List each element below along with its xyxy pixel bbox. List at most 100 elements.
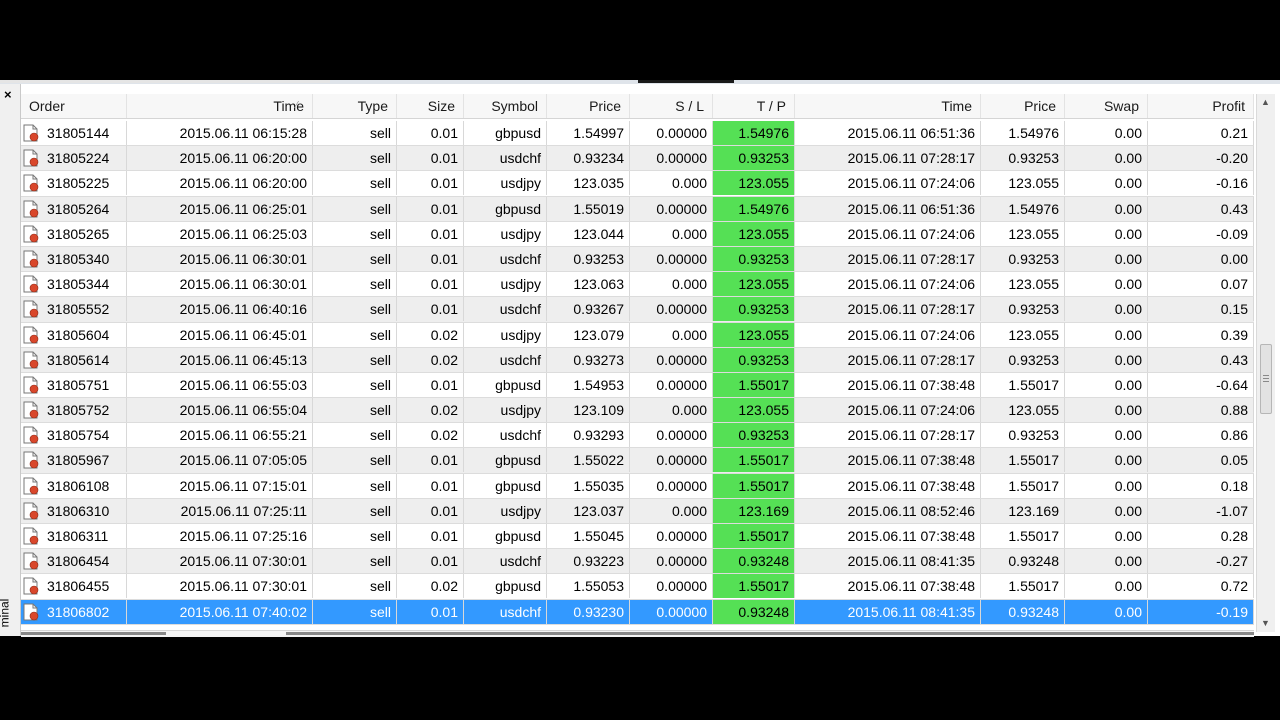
col-open-time-cell: 2015.06.11 06:55:03 (127, 372, 313, 397)
col-close-price-cell: 1.54976 (981, 121, 1065, 145)
table-row[interactable]: 31806311 2015.06.11 07:25:16 sell 0.01 gbpus… (21, 524, 1254, 550)
col-sl-cell: 0.00000 (630, 599, 713, 624)
col-profit-cell: -0.09 (1148, 221, 1254, 246)
col-symbol-cell: usdjpy (464, 498, 547, 523)
col-open-time-cell: 2015.06.11 06:15:28 (127, 121, 313, 145)
col-symbol-cell: usdjpy (464, 398, 547, 423)
col-tp-cell: 1.55017 (713, 524, 795, 548)
scroll-up-icon[interactable]: ▲ (1261, 98, 1270, 107)
col-type-cell: sell (313, 297, 397, 322)
col-type-cell: sell (313, 423, 397, 448)
col-sl-cell: 0.00000 (630, 473, 713, 498)
table-row[interactable]: 31806802 2015.06.11 07:40:02 sell 0.01 usdch… (21, 599, 1254, 625)
col-size-cell: 0.01 (397, 372, 464, 397)
scrollbar-thumb[interactable] (1260, 344, 1272, 414)
col-tp-cell: 1.55017 (713, 473, 795, 498)
col-close-time-cell: 2015.06.11 07:28:17 (795, 423, 981, 448)
table-row[interactable]: 31806108 2015.06.11 07:15:01 sell 0.01 gbpus… (21, 473, 1254, 499)
header-col-tp[interactable]: T / P (713, 94, 795, 118)
col-type-cell: sell (313, 372, 397, 397)
table-row[interactable]: 31805340 2015.06.11 06:30:01 sell 0.01 usdch… (21, 246, 1254, 273)
table-row[interactable]: 31805754 2015.06.11 06:55:21 sell 0.02 usdch… (21, 423, 1254, 449)
hscroll-thumb[interactable] (286, 632, 1254, 635)
col-tp-cell: 0.93253 (713, 246, 795, 271)
col-order-cell: 31806454 (21, 549, 127, 574)
col-type-cell: sell (313, 322, 397, 347)
col-price-cell: 1.55035 (547, 473, 630, 498)
col-close-time-cell: 2015.06.11 08:41:35 (795, 599, 981, 624)
close-icon[interactable]: × (4, 88, 12, 101)
col-symbol-cell: usdchf (464, 246, 547, 271)
col-price-cell: 123.044 (547, 221, 630, 246)
col-sl-cell: 0.00000 (630, 448, 713, 473)
table-row[interactable]: 31805344 2015.06.11 06:30:01 sell 0.01 usdjp… (21, 272, 1254, 298)
col-profit-cell: -0.20 (1148, 146, 1254, 171)
order-number: 31806802 (47, 603, 110, 620)
table-row[interactable]: 31805604 2015.06.11 06:45:01 sell 0.02 usdjp… (21, 322, 1254, 348)
side-label: minal (0, 598, 12, 628)
col-price-cell: 0.93253 (547, 246, 630, 271)
vertical-scrollbar[interactable]: ▲ ▼ (1256, 94, 1275, 632)
header-col-close-price[interactable]: Price (981, 94, 1065, 118)
terminal-side-strip: × minal (0, 84, 21, 636)
table-row[interactable]: 31805967 2015.06.11 07:05:05 sell 0.01 gbpus… (21, 448, 1254, 474)
table-row[interactable]: 31806310 2015.06.11 07:25:11 sell 0.01 usdjp… (21, 498, 1254, 524)
order-document-icon (23, 502, 39, 520)
col-close-time-cell: 2015.06.11 07:38:48 (795, 473, 981, 498)
hscroll-segment[interactable] (21, 632, 166, 635)
order-number: 31805754 (47, 427, 110, 444)
header-col-symbol[interactable]: Symbol (464, 94, 547, 118)
col-swap-cell: 0.00 (1065, 398, 1148, 423)
col-order-cell: 31806455 (21, 574, 127, 599)
col-swap-cell: 0.00 (1065, 372, 1148, 397)
col-type-cell: sell (313, 574, 397, 599)
col-close-price-cell: 123.055 (981, 171, 1065, 196)
table-header: Order Time Type Size Symbol Price S / LT / P Ti… (21, 94, 1254, 119)
col-symbol-cell: usdchf (464, 599, 547, 624)
col-price-cell: 1.55053 (547, 574, 630, 599)
col-close-time-cell: 2015.06.11 07:38:48 (795, 524, 981, 548)
header-col-profit[interactable]: Profit (1148, 94, 1254, 118)
col-price-cell: 1.54953 (547, 372, 630, 397)
order-document-icon (23, 376, 39, 394)
header-col-order[interactable]: Order (21, 94, 127, 118)
order-number: 31806310 (47, 502, 110, 519)
order-document-icon (23, 225, 39, 243)
col-sl-cell: 0.000 (630, 322, 713, 347)
table-row[interactable]: 31805751 2015.06.11 06:55:03 sell 0.01 gbpus… (21, 372, 1254, 399)
header-col-sl[interactable]: S / L (630, 94, 713, 118)
header-col-swap[interactable]: Swap (1065, 94, 1148, 118)
col-close-time-cell: 2015.06.11 07:38:48 (795, 372, 981, 397)
col-close-price-cell: 0.93253 (981, 423, 1065, 448)
table-row[interactable]: 31806455 2015.06.11 07:30:01 sell 0.02 gbpus… (21, 574, 1254, 600)
col-price-cell: 0.93223 (547, 549, 630, 574)
col-tp-cell: 1.55017 (713, 448, 795, 473)
col-close-time-cell: 2015.06.11 07:38:48 (795, 574, 981, 599)
col-sl-cell: 0.00000 (630, 423, 713, 448)
header-col-close-time[interactable]: Time (795, 94, 981, 118)
header-col-size[interactable]: Size (397, 94, 464, 118)
header-col-price[interactable]: Price (547, 94, 630, 118)
col-price-cell: 0.93234 (547, 146, 630, 171)
col-close-price-cell: 1.55017 (981, 524, 1065, 548)
table-row[interactable]: 31805224 2015.06.11 06:20:00 sell 0.01 usdch… (21, 146, 1254, 172)
scroll-down-icon[interactable]: ▼ (1261, 619, 1270, 628)
col-order-cell: 31806310 (21, 498, 127, 523)
horizontal-scrollbar[interactable] (21, 630, 1254, 637)
table-row[interactable]: 31805752 2015.06.11 06:55:04 sell 0.02 usdjp… (21, 398, 1254, 424)
header-col-type[interactable]: Type (313, 94, 397, 118)
table-row[interactable]: 31805225 2015.06.11 06:20:00 sell 0.01 usdjp… (21, 171, 1254, 197)
col-profit-cell: 0.88 (1148, 398, 1254, 423)
table-row[interactable]: 31806454 2015.06.11 07:30:01 sell 0.01 usdch… (21, 549, 1254, 575)
order-number: 31805967 (47, 452, 110, 469)
table-row[interactable]: 31805265 2015.06.11 06:25:03 sell 0.01 usdjp… (21, 221, 1254, 247)
table-row[interactable]: 31805552 2015.06.11 06:40:16 sell 0.01 usdch… (21, 297, 1254, 323)
table-row[interactable]: 31805614 2015.06.11 06:45:13 sell 0.02 usdch… (21, 347, 1254, 373)
col-size-cell: 0.02 (397, 398, 464, 423)
table-row[interactable]: 31805144 2015.06.11 06:15:28 sell 0.01 gbpus… (21, 121, 1254, 147)
table-row[interactable]: 31805264 2015.06.11 06:25:01 sell 0.01 gbpus… (21, 196, 1254, 222)
col-open-time-cell: 2015.06.11 07:30:01 (127, 549, 313, 574)
col-close-price-cell: 123.055 (981, 221, 1065, 246)
col-swap-cell: 0.00 (1065, 524, 1148, 548)
header-col-open-time[interactable]: Time (127, 94, 313, 118)
